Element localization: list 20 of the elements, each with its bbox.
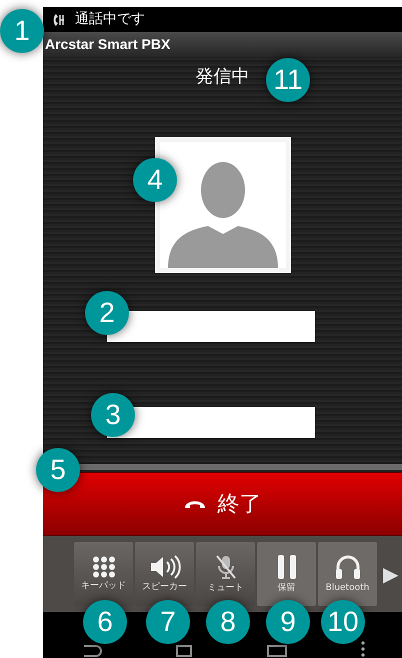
app-title: Arcstar Smart PBX [45,35,170,54]
speaker-icon [148,554,180,578]
pause-icon [276,554,298,580]
status-text: 通話中です [75,10,145,29]
callout-badge: 1 [0,9,44,53]
phone-icon [51,12,67,26]
call-status: 発信中 [196,65,250,89]
call-control-button[interactable]: Bluetooth [318,542,377,606]
keypad-icon [92,556,116,578]
home-icon[interactable] [174,645,193,657]
more-arrow[interactable]: ▶ [383,559,398,589]
hang-up-icon [184,499,206,509]
headphones-icon [334,554,362,580]
call-control-button[interactable]: 保留 [257,542,316,606]
call-control-button[interactable]: キーパッド [74,542,133,606]
overflow-menu-icon[interactable] [361,641,366,657]
muted-microphone-icon [214,554,238,580]
call-control-button[interactable]: スピーカー [135,542,194,606]
call-control-button[interactable]: ミュート [196,542,255,606]
recent-apps-icon[interactable] [266,645,288,657]
